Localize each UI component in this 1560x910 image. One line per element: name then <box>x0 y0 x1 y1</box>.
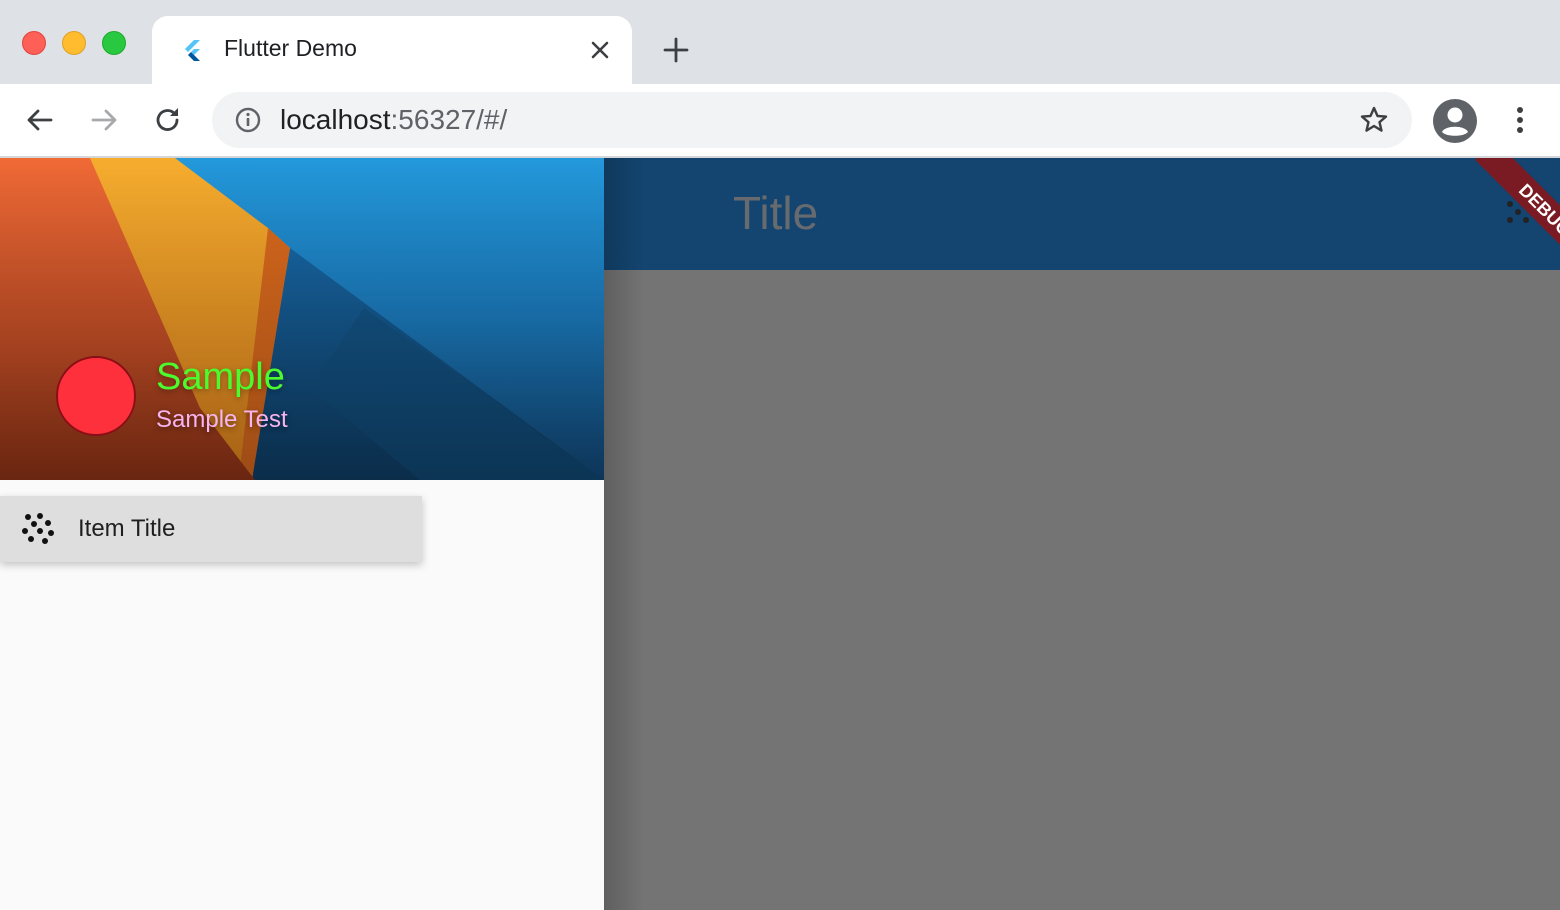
more-vert-icon[interactable] <box>1506 104 1534 136</box>
arrow-left-icon[interactable] <box>24 104 56 136</box>
reload-icon[interactable] <box>152 104 184 136</box>
account-circle-icon[interactable] <box>1432 98 1478 144</box>
window-maximize-button[interactable] <box>102 31 126 55</box>
flutter-logo-icon <box>185 40 200 61</box>
url-text[interactable]: localhost:56327/#/ <box>280 104 507 136</box>
browser-toolbar: localhost:56327/#/ <box>0 84 1560 156</box>
tab-title: Flutter Demo <box>224 35 357 61</box>
window-close-button[interactable] <box>22 31 46 55</box>
plus-icon[interactable] <box>662 36 690 64</box>
url-host: localhost <box>280 104 391 135</box>
star-icon[interactable] <box>1358 104 1390 136</box>
navigation-drawer: Sample Sample Test Item Title <box>0 158 604 910</box>
app-content: Title Sample Sample Test Item Title DEBU… <box>0 158 1560 910</box>
browser-tab-strip: Flutter Demo <box>0 0 1560 84</box>
drawer-header: Sample Sample Test <box>0 158 604 480</box>
app-bar-title: Title <box>733 187 819 239</box>
browser-tab[interactable]: Flutter Demo <box>152 16 632 84</box>
drawer-shadow <box>604 158 644 910</box>
account-name: Sample <box>156 356 285 398</box>
dots-pattern-icon[interactable] <box>1504 198 1532 226</box>
window-minimize-button[interactable] <box>62 31 86 55</box>
account-email: Sample Test <box>156 406 288 433</box>
close-icon[interactable] <box>588 38 612 62</box>
dots-pattern-icon <box>22 513 54 544</box>
list-item-label: Item Title <box>78 515 176 542</box>
drawer-item-item-title[interactable]: Item Title <box>0 496 422 562</box>
address-bar[interactable]: localhost:56327/#/ <box>212 92 1412 148</box>
avatar[interactable] <box>56 356 136 436</box>
arrow-right-icon[interactable] <box>88 104 120 136</box>
url-path: :56327/#/ <box>390 104 508 135</box>
info-icon[interactable] <box>234 106 262 134</box>
